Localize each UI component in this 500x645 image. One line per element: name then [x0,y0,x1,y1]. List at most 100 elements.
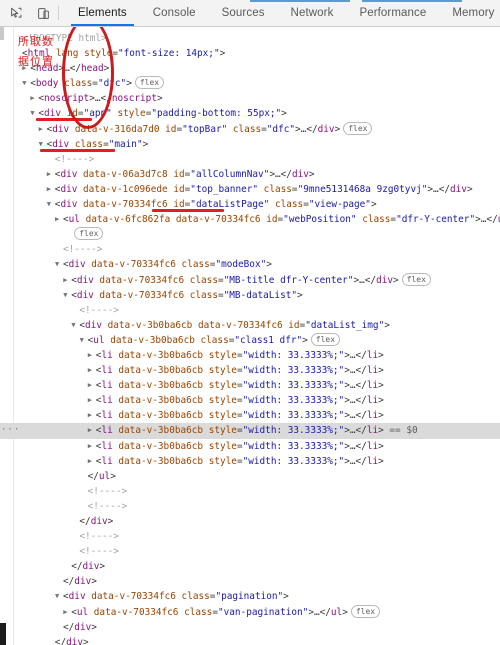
dom-tree-line[interactable]: ▶ <div data-v-316da7d0 id="topBar" class=… [0,121,500,137]
flex-badge[interactable]: flex [401,272,431,286]
code-token-punct: </ [69,63,82,75]
flex-badge[interactable]: flex [134,76,165,90]
dom-tree-line[interactable]: ▶ <head>…</head> [0,61,500,76]
expanded-triangle-icon[interactable]: ▼ [47,197,55,212]
collapsed-triangle-icon[interactable]: ▶ [22,61,30,76]
dom-tree-line[interactable]: <!----> [0,529,500,544]
flex-badge[interactable]: flex [350,604,381,618]
code-token-tag: div [450,183,467,195]
code-token-tag: div [60,168,78,180]
collapsed-triangle-icon[interactable]: ▶ [63,605,71,620]
dom-tree-line[interactable]: ▼ <div id="app" style="padding-bottom: 55… [0,106,500,122]
dom-tree-line[interactable]: ▼ <div data-v-70334fc6 class="MB-dataList… [0,288,500,303]
dom-tree-line[interactable]: flex [0,227,500,242]
dom-tree-line[interactable]: ▼ <body class="dfc"> flex [0,76,500,91]
expanded-triangle-icon[interactable]: ▼ [80,333,88,348]
collapsed-triangle-icon[interactable]: ▶ [63,273,71,288]
no-triangle-spacer [14,31,22,46]
dom-tree-line[interactable]: ▶ <noscript>…</noscript> [0,91,500,106]
dom-tree-line[interactable]: <!----> [0,152,500,167]
no-triangle-spacer [47,152,55,167]
code-token-val: "9mne5131468a 9zg0tyvj" [297,183,428,195]
code-token-attr: data-v-1c096ede [77,183,168,195]
code-token-val: "allColumnNav" [190,168,270,180]
collapsed-triangle-icon[interactable]: ▶ [30,91,38,106]
collapsed-triangle-icon[interactable]: ▶ [88,348,96,363]
expanded-triangle-icon[interactable]: ▼ [55,589,63,604]
expanded-triangle-icon[interactable]: ▼ [22,76,30,91]
collapsed-triangle-icon[interactable]: ▶ [88,363,96,378]
dom-tree-line[interactable]: ▶ <li data-v-3b0ba6cb style="width: 33.33… [0,378,500,393]
code-token-tag: div [90,516,108,527]
dom-tree-line[interactable]: ▼ <div data-v-70334fc6 id="dataListPage" … [0,197,500,213]
code-token-punct: > [142,138,149,150]
code-token-attr: class [184,274,218,286]
tab-performance[interactable]: Performance [346,0,439,26]
dom-tree-line[interactable]: <!----> [0,499,500,514]
tab-elements[interactable]: Elements [65,0,140,26]
dom-tree-line[interactable]: <!----> [0,544,500,559]
device-toolbar-icon[interactable] [35,5,52,22]
dom-tree-line[interactable]: ▶ <div data-v-06a3d7c8 id="allColumnNav">… [0,167,500,182]
dom-tree-line[interactable]: ▶ <li data-v-3b0ba6cb style="width: 33.33… [0,393,500,408]
dom-tree-line[interactable]: </div> [0,559,500,574]
dom-tree-line[interactable]: ▼ <div data-v-70334fc6 class="modeBox"> [0,257,500,272]
dom-tree-line[interactable]: ▼ <div data-v-3b0ba6cb data-v-70334fc6 id… [0,318,500,333]
collapsed-triangle-icon[interactable]: ▶ [47,182,55,197]
dom-tree-line[interactable]: <!----> [0,484,500,499]
code-token-comment: <!----> [54,153,95,165]
code-token-tag: ul [330,606,343,618]
dom-tree-line[interactable]: </ul> [0,469,500,484]
dom-tree-line[interactable]: ▶ <ul data-v-70334fc6 class="van-paginati… [0,604,500,620]
flex-badge[interactable]: flex [310,332,341,346]
tab-memory[interactable]: Memory [439,0,500,26]
dom-tree-line[interactable]: ··· ▶ <li data-v-3b0ba6cb style="width: 33… [0,423,500,439]
tab-network[interactable]: Network [278,0,347,26]
dom-tree-line[interactable]: <html lang style="font-size: 14px;"> [0,46,500,61]
dom-tree-line[interactable]: </div> [0,635,500,645]
dom-tree-line[interactable]: ▶ <div data-v-70334fc6 class="MB-title df… [0,272,500,288]
dom-tree-code[interactable]: <!DOCTYPE html> <html lang style="font-s… [0,27,500,645]
collapsed-triangle-icon[interactable]: ▶ [47,167,55,182]
expanded-triangle-icon[interactable]: ▼ [55,257,63,272]
code-token-tag: li [101,440,113,452]
collapsed-triangle-icon[interactable]: ▶ [88,439,96,454]
dom-tree-line[interactable]: </div> [0,620,500,635]
code-token-tag: div [60,183,78,195]
dom-tree-line[interactable]: <!----> [0,303,500,318]
inspect-element-icon[interactable] [8,5,25,22]
dom-tree-line[interactable]: ▶ <ul data-v-6fc862fa data-v-70334fc6 id=… [0,212,500,227]
collapsed-triangle-icon[interactable]: ▶ [39,122,47,137]
flex-badge[interactable]: flex [343,121,373,135]
tab-sources[interactable]: Sources [209,0,278,26]
dom-tree-line[interactable]: ▼ <div data-v-70334fc6 class="pagination"… [0,589,500,604]
dom-tree-line[interactable]: ▶ <div data-v-1c096ede id="top_banner" cl… [0,182,500,197]
dom-tree-line[interactable]: <!----> [0,242,500,257]
dom-tree-line[interactable]: ▶ <li data-v-3b0ba6cb style="width: 33.33… [0,408,500,423]
dom-tree-line[interactable]: ▶ <li data-v-3b0ba6cb style="width: 33.33… [0,454,500,469]
dom-tree-line[interactable]: </div> [0,514,500,529]
elements-tree-panel[interactable]: <!DOCTYPE html> <html lang style="font-s… [0,27,500,645]
collapsed-triangle-icon[interactable]: ▶ [55,212,63,227]
dom-tree-line[interactable]: ▶ <li data-v-3b0ba6cb style="width: 33.33… [0,439,500,454]
expanded-triangle-icon[interactable]: ▼ [71,318,79,333]
flex-badge[interactable]: flex [74,227,104,241]
dom-tree-line[interactable]: </div> [0,574,500,589]
code-token-attr: data-v-316da7d0 [69,123,160,135]
collapsed-triangle-icon[interactable]: ▶ [88,393,96,408]
dom-tree-line[interactable]: <!DOCTYPE html> [0,31,500,46]
collapsed-triangle-icon[interactable]: ▶ [88,423,96,438]
dom-tree-line[interactable]: ▶ <li data-v-3b0ba6cb style="width: 33.33… [0,348,500,363]
dom-tree-line[interactable]: ▼ <ul data-v-3b0ba6cb class="class1 dfr">… [0,332,500,348]
dom-tree-line[interactable]: ▼ <div class="main"> [0,137,500,152]
expanded-triangle-icon[interactable]: ▼ [63,288,71,303]
code-token-attr: data-v-70334fc6 [85,259,176,271]
collapsed-triangle-icon[interactable]: ▶ [88,408,96,423]
code-token-punct: </ [306,123,318,135]
tab-console[interactable]: Console [140,0,209,26]
collapsed-triangle-icon[interactable]: ▶ [88,378,96,393]
dom-tree-line[interactable]: ▶ <li data-v-3b0ba6cb style="width: 33.33… [0,363,500,378]
code-token-tag: li [101,380,113,392]
collapsed-triangle-icon[interactable]: ▶ [88,454,96,469]
line-menu-icon[interactable]: ··· [1,423,20,438]
